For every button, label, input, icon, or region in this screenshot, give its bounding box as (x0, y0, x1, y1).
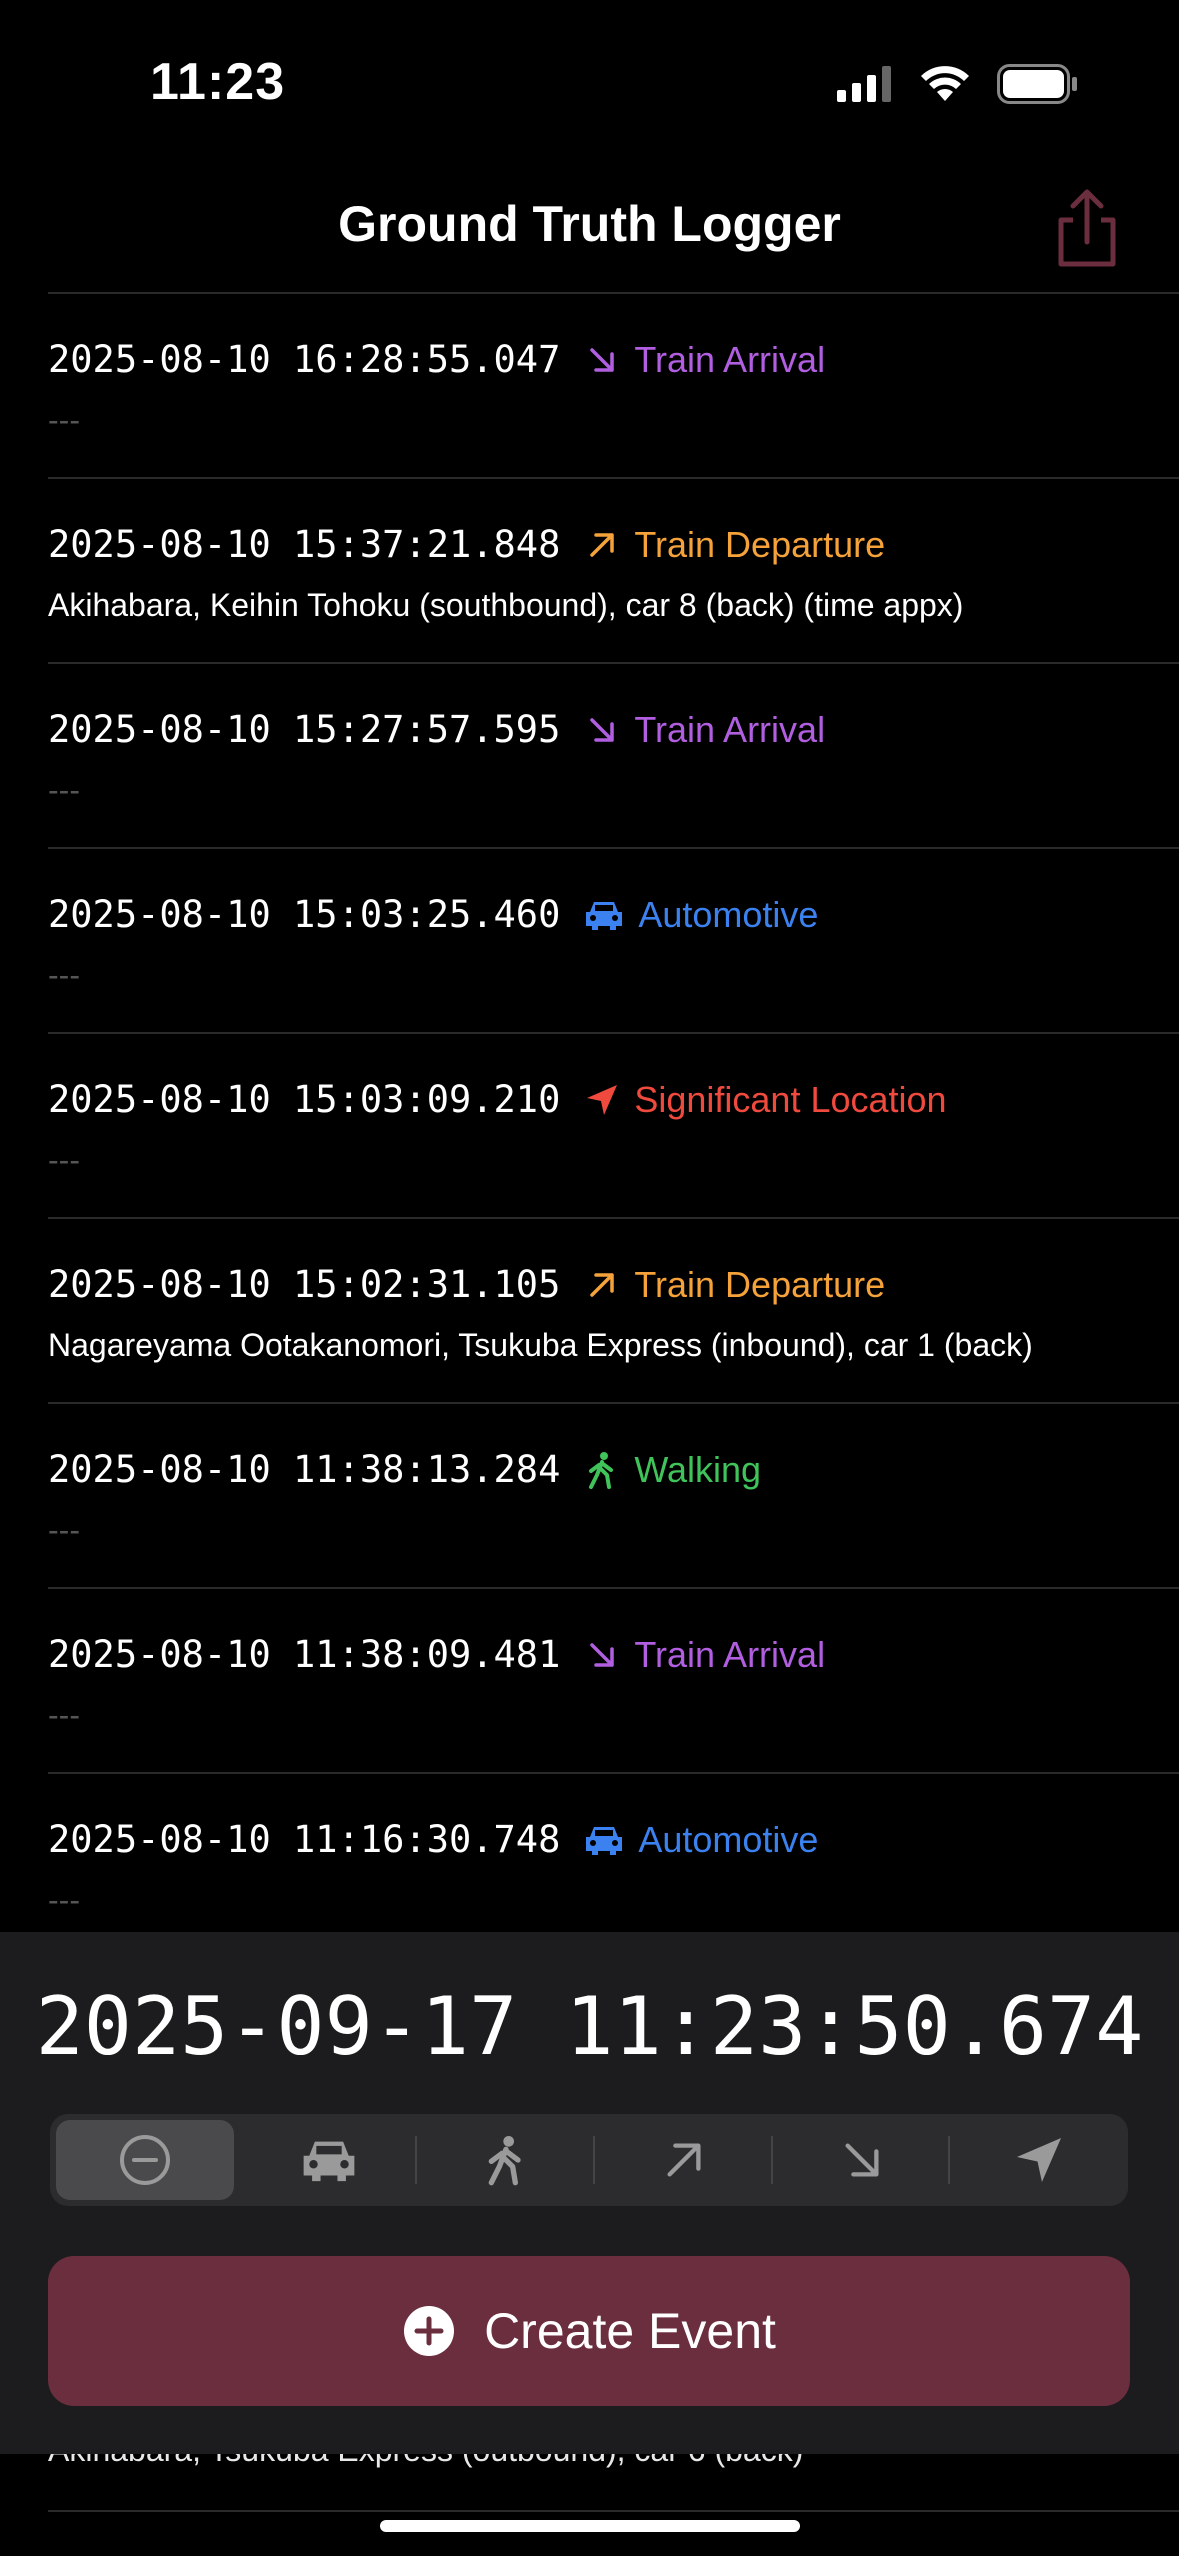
event-row[interactable]: 2025-08-10 11:38:09.481 Train Arrival --… (48, 1587, 1179, 1772)
event-timestamp: 2025-08-10 15:37:21.848 (48, 523, 561, 566)
arrow-up-right-icon (582, 1265, 622, 1305)
status-icons (837, 64, 1079, 104)
event-row[interactable]: 2025-08-10 15:03:25.460 Automotive --- (48, 847, 1179, 1032)
plus-circle-icon (404, 2306, 455, 2356)
arrow-down-right-icon (582, 710, 622, 750)
event-type-label: Train Arrival (634, 338, 826, 380)
event-type-label: Automotive (638, 1818, 819, 1860)
event-row[interactable]: 2025-08-10 11:38:13.284 Walking --- (48, 1402, 1179, 1587)
segment-none[interactable] (56, 2120, 234, 2200)
event-type-label: Train Departure (634, 1263, 886, 1305)
event-timestamp: 2025-08-10 15:03:09.210 (48, 1078, 561, 1121)
event-type-label: Train Arrival (634, 708, 826, 750)
car-icon (303, 2141, 354, 2182)
cellular-signal-icon (837, 66, 891, 102)
current-time-display: 2025-09-17 11:23:50.674 (35, 1980, 1144, 2073)
event-timestamp: 2025-08-10 15:03:25.460 (48, 893, 561, 936)
segment-significant-location[interactable] (950, 2114, 1128, 2206)
home-indicator[interactable] (380, 2520, 800, 2532)
event-timestamp: 2025-08-10 11:16:30.748 (48, 1818, 561, 1861)
event-note: --- (48, 1512, 80, 1548)
event-input-panel: 2025-09-17 11:23:50.674 Create Event (0, 1932, 1179, 2454)
walking-icon (488, 2136, 521, 2186)
arrow-down-right-icon (844, 2143, 879, 2177)
arrow-down-right-icon (582, 340, 622, 380)
walking-icon (582, 1450, 622, 1490)
event-type-label: Train Arrival (634, 1633, 826, 1675)
segment-automotive[interactable] (240, 2114, 418, 2206)
event-note: --- (48, 1882, 80, 1918)
minus-circle-icon (119, 2135, 170, 2185)
arrow-up-right-icon (667, 2143, 701, 2177)
wifi-icon (921, 66, 969, 101)
event-timestamp: 2025-08-10 11:38:09.481 (48, 1633, 561, 1676)
segment-train-arrival[interactable] (773, 2114, 951, 2206)
status-time: 11:23 (150, 53, 286, 111)
event-note: --- (48, 1697, 80, 1733)
arrow-up-right-icon (582, 525, 622, 565)
event-row[interactable]: 2025-08-10 15:03:09.210 Significant Loca… (48, 1032, 1179, 1217)
event-timestamp: 2025-08-10 11:38:13.284 (48, 1448, 561, 1491)
event-timestamp: 2025-08-10 15:27:57.595 (48, 708, 561, 751)
event-type-label: Significant Location (634, 1078, 947, 1120)
event-row[interactable]: 2025-08-10 15:27:57.595 Train Arrival --… (48, 662, 1179, 847)
event-row[interactable]: 2025-08-10 15:37:21.848 Train Departure … (48, 477, 1179, 662)
event-note: --- (48, 772, 80, 808)
create-event-button[interactable]: Create Event (48, 2256, 1130, 2406)
event-list: 2025-08-10 16:28:55.047 Train Arrival --… (48, 292, 1179, 1957)
event-note: Akihabara, Keihin Tohoku (southbound), c… (48, 587, 964, 623)
segment-train-departure[interactable] (595, 2114, 773, 2206)
event-type-segmented-control (50, 2114, 1128, 2206)
event-row[interactable]: 2025-08-10 11:16:30.748 Automotive --- (48, 1772, 1179, 1957)
battery-icon (997, 64, 1077, 104)
event-timestamp: 2025-08-10 16:28:55.047 (48, 338, 561, 381)
create-event-label: Create Event (484, 2303, 776, 2359)
location-arrow-icon (1017, 2137, 1062, 2183)
location-arrow-icon (582, 1080, 622, 1120)
event-row[interactable]: 2025-08-10 16:28:55.047 Train Arrival --… (48, 292, 1179, 477)
arrow-down-right-icon (582, 1635, 622, 1675)
page-title: Ground Truth Logger (338, 196, 841, 252)
car-icon (582, 895, 626, 935)
event-type-label: Automotive (638, 893, 819, 935)
car-icon (582, 1820, 626, 1860)
segment-walking[interactable] (417, 2114, 596, 2206)
event-timestamp: 2025-08-10 15:02:31.105 (48, 1263, 561, 1306)
event-note: Nagareyama Ootakanomori, Tsukuba Express… (48, 1327, 1033, 1363)
event-type-label: Train Departure (634, 523, 886, 565)
event-note: --- (48, 1142, 80, 1178)
share-button[interactable] (1045, 186, 1129, 270)
event-note: --- (48, 957, 80, 993)
event-type-label: Walking (634, 1448, 762, 1490)
share-icon (1058, 189, 1116, 267)
divider (48, 2510, 1179, 2512)
event-note: --- (48, 402, 80, 438)
event-row[interactable]: 2025-08-10 15:02:31.105 Train Departure … (48, 1217, 1179, 1402)
status-bar: 11:23 (0, 0, 1179, 170)
